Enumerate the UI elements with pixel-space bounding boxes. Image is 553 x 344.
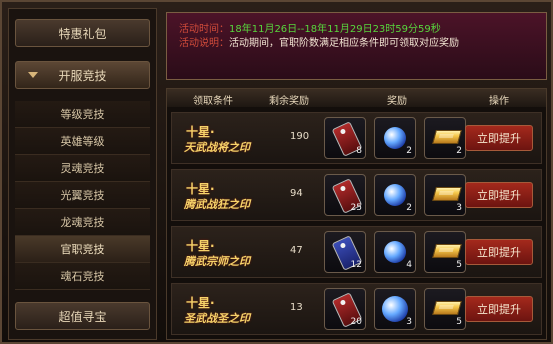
reward-slot[interactable]: 8	[324, 117, 366, 159]
table-header: 领取条件 剩余奖励 奖励 操作	[167, 89, 546, 107]
activity-desc-value: 活动期间，官职阶数满足相应条件即可领取对应奖励	[229, 38, 459, 49]
reward-count: 25	[350, 203, 362, 213]
upgrade-now-button[interactable]: 立即提升	[465, 239, 533, 265]
blue-orb-icon	[384, 127, 406, 149]
remaining-count: 47	[290, 245, 303, 256]
upgrade-now-button[interactable]: 立即提升	[465, 182, 533, 208]
reward-slot[interactable]: 2	[374, 117, 416, 159]
sidebar-item-label: 光翼竞技	[60, 189, 105, 202]
sidebar-item-label: 官职竞技	[60, 243, 105, 256]
rank-seal-name: 天武战将之印	[184, 141, 250, 154]
header-reward: 奖励	[387, 96, 407, 107]
activity-time-line: 活动时间：18年11月26日--18年11月29日23时59分59秒	[179, 23, 534, 37]
sidebar-item-label: 魂石竞技	[60, 270, 105, 283]
reward-count: 20	[350, 317, 362, 327]
activity-desc-line: 活动说明：活动期间，官职阶数满足相应条件即可领取对应奖励	[179, 37, 534, 51]
sidebar-item-level-competition[interactable]: 等级竞技	[15, 101, 150, 128]
remaining-count: 94	[290, 188, 303, 199]
reward-count: 5	[456, 260, 462, 270]
reward-slot[interactable]: 5	[424, 231, 466, 273]
rank-star-label: 十星·	[186, 239, 215, 253]
rank-seal-name: 腾武战狂之印	[184, 198, 250, 211]
rank-star-label: 十星·	[186, 182, 215, 196]
rank-title: 十星· 腾武战狂之印	[182, 180, 278, 214]
activity-desc-label: 活动说明：	[179, 38, 229, 49]
reward-count: 4	[406, 260, 412, 270]
header-action: 操作	[489, 96, 509, 107]
rank-title: 十星· 圣武战圣之印	[182, 294, 278, 328]
activity-time-label: 活动时间：	[179, 24, 229, 35]
sidebar-item-soul-stone-competition[interactable]: 魂石竞技	[15, 263, 150, 290]
gold-bar-icon	[432, 130, 462, 144]
sidebar: 特惠礼包 开服竞技 等级竞技 英雄等级 灵魂竞技 光翼竞技 龙魂竞技 官职竞技 …	[8, 8, 157, 340]
header-condition: 领取条件	[193, 96, 233, 107]
remaining-count: 190	[290, 131, 310, 142]
table-row: 十星· 圣武战圣之印 13 20 3 5 立即提升	[171, 283, 542, 335]
activity-panel: 特惠礼包 开服竞技 等级竞技 英雄等级 灵魂竞技 光翼竞技 龙魂竞技 官职竞技 …	[0, 0, 553, 344]
sidebar-item-official-rank-competition[interactable]: 官职竞技	[15, 236, 150, 263]
sidebar-item-label: 龙魂竞技	[60, 216, 105, 229]
blue-orb-icon	[384, 241, 406, 263]
reward-count: 5	[456, 317, 462, 327]
rank-seal-name: 腾武宗师之印	[184, 255, 250, 268]
preferential-gift-label: 特惠礼包	[58, 26, 107, 41]
header-remaining: 剩余奖励	[269, 96, 309, 107]
expand-triangle-icon	[28, 72, 38, 78]
reward-count: 3	[406, 317, 412, 327]
rank-title: 十星· 腾武宗师之印	[182, 237, 278, 271]
activity-time-value: 18年11月26日--18年11月29日23时59分59秒	[229, 24, 441, 35]
table-row: 十星· 腾武宗师之印 47 12 4 5 立即提升	[171, 226, 542, 278]
reward-count: 8	[356, 146, 362, 156]
reward-slot[interactable]: 3	[374, 288, 416, 330]
rank-star-label: 十星·	[186, 125, 215, 139]
sidebar-item-soul-competition[interactable]: 灵魂竞技	[15, 155, 150, 182]
reward-slot[interactable]: 2	[424, 117, 466, 159]
sidebar-item-wing-competition[interactable]: 光翼竞技	[15, 182, 150, 209]
table-row: 十星· 腾武战狂之印 94 25 2 3 立即提升	[171, 169, 542, 221]
reward-slot[interactable]: 4	[374, 231, 416, 273]
sidebar-item-label: 灵魂竞技	[60, 162, 105, 175]
reward-slot[interactable]: 2	[374, 174, 416, 216]
reward-count: 2	[406, 146, 412, 156]
reward-count: 3	[456, 203, 462, 213]
remaining-count: 13	[290, 302, 303, 313]
gold-bar-icon	[432, 301, 462, 315]
reward-slot[interactable]: 3	[424, 174, 466, 216]
activity-info-box: 活动时间：18年11月26日--18年11月29日23时59分59秒 活动说明：…	[166, 12, 547, 80]
sidebar-item-hero-level[interactable]: 英雄等级	[15, 128, 150, 155]
gold-bar-icon	[432, 244, 462, 258]
gold-bar-icon	[432, 187, 462, 201]
reward-slot[interactable]: 25	[324, 174, 366, 216]
sidebar-item-label: 英雄等级	[60, 135, 105, 148]
reward-slot[interactable]: 20	[324, 288, 366, 330]
server-open-competition-button[interactable]: 开服竞技	[15, 61, 150, 89]
reward-slot[interactable]: 12	[324, 231, 366, 273]
reward-count: 2	[456, 146, 462, 156]
table-row: 十星· 天武战将之印 190 8 2 2 立即提升	[171, 112, 542, 164]
preferential-gift-button[interactable]: 特惠礼包	[15, 19, 150, 47]
reward-table: 领取条件 剩余奖励 奖励 操作 十星· 天武战将之印 190 8 2 2 立即提…	[166, 88, 547, 340]
treasure-hunt-label: 超值寻宝	[58, 309, 107, 324]
rank-star-label: 十星·	[186, 296, 215, 310]
rank-title: 十星· 天武战将之印	[182, 123, 278, 157]
reward-count: 12	[350, 260, 362, 270]
rank-seal-name: 圣武战圣之印	[184, 312, 250, 325]
reward-count: 2	[406, 203, 412, 213]
sidebar-item-dragon-soul-competition[interactable]: 龙魂竞技	[15, 209, 150, 236]
blue-orb-icon	[382, 296, 408, 322]
treasure-hunt-button[interactable]: 超值寻宝	[15, 302, 150, 330]
server-open-competition-label: 开服竞技	[58, 68, 107, 83]
upgrade-now-button[interactable]: 立即提升	[465, 125, 533, 151]
blue-orb-icon	[384, 184, 406, 206]
reward-slot[interactable]: 5	[424, 288, 466, 330]
upgrade-now-button[interactable]: 立即提升	[465, 296, 533, 322]
sidebar-item-label: 等级竞技	[60, 108, 105, 121]
